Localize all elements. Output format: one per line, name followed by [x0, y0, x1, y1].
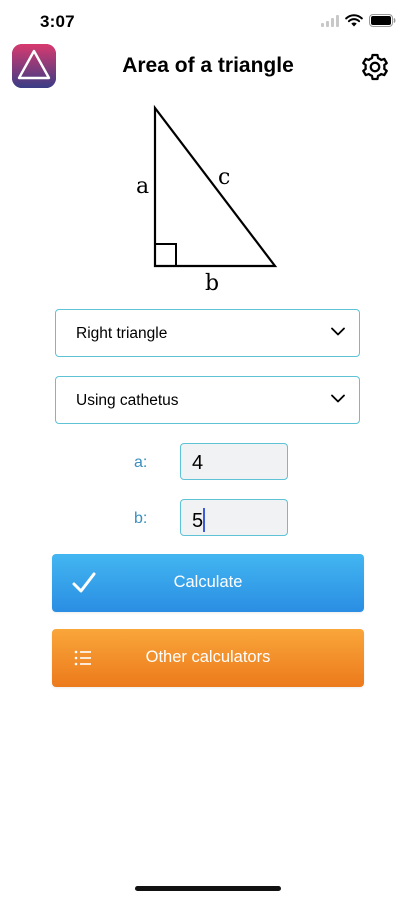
text-caret [203, 508, 206, 532]
status-bar: 3:07 [0, 0, 416, 44]
input-b-value: 5 [192, 510, 204, 532]
wifi-icon [345, 14, 363, 27]
triangle-type-value: Right triangle [76, 325, 168, 342]
gear-icon [362, 53, 388, 81]
triangle-shape [153, 104, 278, 268]
side-c-label: c [218, 165, 230, 190]
input-b-content: 5 [192, 508, 206, 533]
triangle-diagram: a c b [136, 104, 278, 296]
status-time: 3:07 [40, 12, 75, 31]
other-calculators-button[interactable]: Other calculators [52, 629, 364, 687]
calculate-label: Calculate [173, 573, 243, 591]
home-indicator[interactable] [135, 886, 281, 891]
input-label-b: b: [134, 510, 148, 527]
side-b-label: b [205, 271, 219, 296]
right-angle-marker [155, 243, 177, 266]
other-calculators-label: Other calculators [145, 648, 271, 666]
method-value: Using cathetus [76, 392, 179, 409]
cellular-signal-icon [321, 14, 339, 27]
input-a-field[interactable]: 4 [180, 443, 288, 480]
settings-button[interactable] [360, 52, 390, 82]
method-select[interactable]: Using cathetus [55, 376, 360, 424]
page-title: Area of a triangle [122, 54, 294, 77]
side-a-label: a [136, 174, 149, 199]
triangle-type-select[interactable]: Right triangle [55, 309, 360, 357]
chevron-down-icon [331, 394, 345, 403]
input-b-field[interactable]: 5 [180, 499, 288, 536]
calculate-button[interactable]: Calculate [52, 554, 364, 612]
battery-icon [369, 14, 396, 27]
app-header: Area of a triangle [0, 44, 416, 90]
input-label-a: a: [134, 454, 148, 471]
status-icons [321, 14, 396, 27]
input-a-value: 4 [192, 452, 204, 474]
chevron-down-icon [331, 327, 345, 336]
